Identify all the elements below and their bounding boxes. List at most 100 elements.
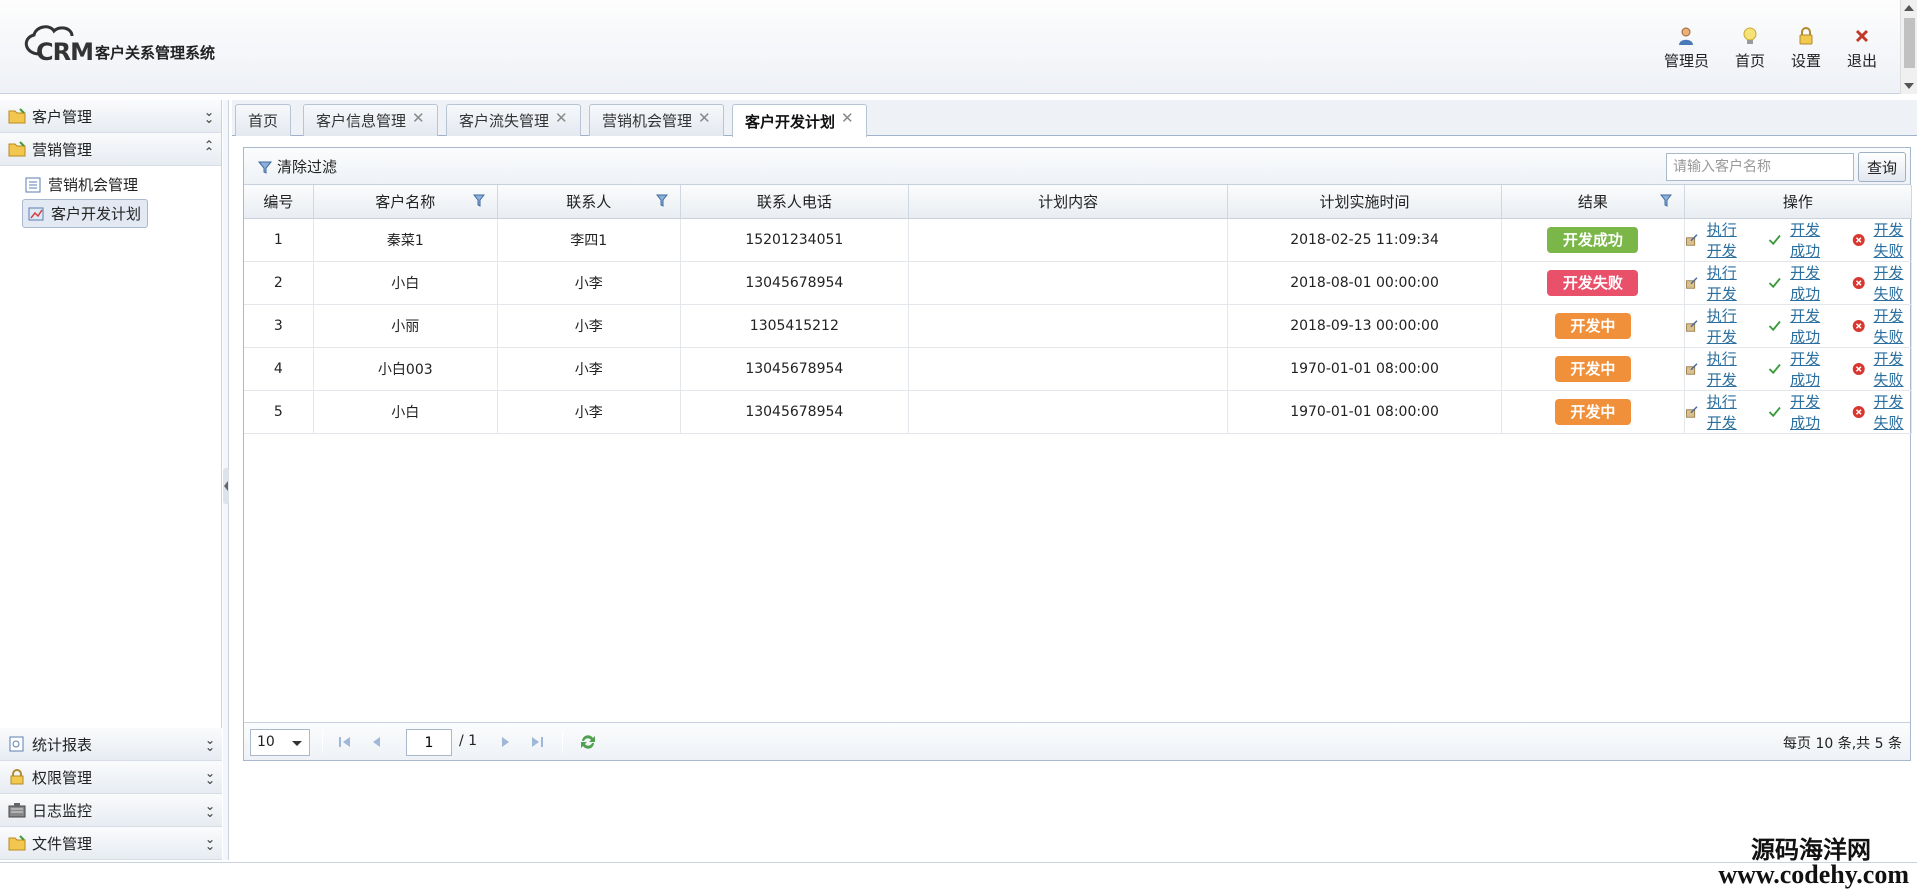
- sidebar-item-opportunity[interactable]: 营销机会管理: [14, 170, 221, 199]
- check-icon: [1769, 363, 1781, 374]
- execute-dev-icon: [1685, 276, 1698, 289]
- dev-fail-link[interactable]: 开发失败: [1852, 391, 1911, 433]
- fail-x-icon: [1852, 405, 1865, 418]
- system-title: 客户关系管理系统: [94, 44, 215, 62]
- cell-customer-name: 小丽: [313, 304, 498, 348]
- nav-home[interactable]: 首页: [1735, 26, 1765, 71]
- customer-name-search-input[interactable]: [1666, 153, 1854, 181]
- tab-customer-info[interactable]: 客户信息管理 ✕: [303, 104, 438, 136]
- scroll-down-icon[interactable]: [1904, 83, 1914, 89]
- tab-close-icon[interactable]: ✕: [841, 109, 854, 127]
- execute-dev-link[interactable]: 执行开发: [1685, 348, 1744, 390]
- cell-content: [908, 261, 1229, 305]
- col-header-customer-name[interactable]: 客户名称: [313, 185, 498, 219]
- page-scrollbar[interactable]: [1900, 0, 1917, 94]
- scroll-thumb[interactable]: [1904, 18, 1915, 68]
- table-row[interactable]: 3 小丽 小李 1305415212 2018-09-13 00:00:00 开发中 执行开…: [244, 304, 1913, 348]
- cell-content: [908, 347, 1229, 391]
- cell-customer-name: 秦菜1: [313, 218, 498, 262]
- status-badge: 开发中: [1554, 398, 1631, 425]
- cell-time: 2018-02-25 11:09:34: [1227, 218, 1502, 262]
- dev-success-link[interactable]: 开发成功: [1768, 348, 1827, 390]
- page-number-input[interactable]: [406, 729, 452, 756]
- grid-toolbar: 清除过滤 查询: [244, 148, 1910, 185]
- fail-x-icon: [1852, 276, 1865, 289]
- sidebar-splitter[interactable]: [223, 100, 229, 860]
- sidebar-group-report[interactable]: 统计报表 ⌄ ⌄: [0, 728, 222, 761]
- col-header-contact[interactable]: 联系人: [497, 185, 681, 219]
- table-row[interactable]: 1 秦菜1 李四1 15201234051 2018-02-25 11:09:34 开发成…: [244, 218, 1913, 262]
- sidebar-group-permission[interactable]: 权限管理 ⌄ ⌄: [0, 761, 222, 794]
- status-badge: 开发失败: [1547, 269, 1639, 296]
- tab-opportunity[interactable]: 营销机会管理 ✕: [589, 104, 724, 136]
- dev-success-link[interactable]: 开发成功: [1768, 262, 1827, 304]
- nav-settings[interactable]: 设置: [1791, 26, 1821, 71]
- table-header-row: 编号 客户名称 联系人 联系人电话 计划内容 计划实施时间 结果 操作: [244, 185, 1913, 219]
- sidebar-group-file[interactable]: 文件管理 ⌄ ⌄: [0, 827, 222, 860]
- refresh-icon[interactable]: [578, 732, 598, 752]
- search-button[interactable]: 查询: [1858, 152, 1906, 182]
- cell-phone: 1305415212: [680, 304, 909, 348]
- close-x-icon: [1855, 29, 1869, 43]
- execute-dev-link[interactable]: 执行开发: [1685, 262, 1744, 304]
- lock-icon: [10, 769, 24, 785]
- col-header-time[interactable]: 计划实施时间: [1227, 185, 1502, 219]
- dev-success-link[interactable]: 开发成功: [1768, 305, 1827, 347]
- table-row[interactable]: 5 小白 小李 13045678954 1970-01-01 08:00:00 开发中 执行…: [244, 390, 1913, 434]
- sidebar-group-log[interactable]: 日志监控 ⌄ ⌄: [0, 794, 222, 827]
- execute-dev-icon: [1685, 405, 1698, 418]
- sidebar-tree: 营销机会管理 客户开发计划: [0, 166, 221, 714]
- dev-fail-link[interactable]: 开发失败: [1852, 219, 1911, 261]
- clear-filter-button[interactable]: 清除过滤: [258, 156, 337, 177]
- cell-id: 1: [244, 218, 314, 262]
- dev-success-link[interactable]: 开发成功: [1768, 219, 1827, 261]
- status-badge: 开发中: [1554, 312, 1631, 339]
- col-header-phone[interactable]: 联系人电话: [680, 185, 909, 219]
- table-row[interactable]: 4 小白003 小李 13045678954 1970-01-01 08:00:00 开发…: [244, 347, 1913, 391]
- cell-result: 开发失败: [1501, 261, 1685, 305]
- collapse-sidebar-icon[interactable]: [223, 468, 229, 504]
- sidebar-item-dev-plan[interactable]: 客户开发计划: [22, 199, 148, 228]
- execute-dev-link[interactable]: 执行开发: [1685, 219, 1744, 261]
- prev-page-icon[interactable]: [368, 733, 386, 751]
- col-header-id[interactable]: 编号: [244, 185, 314, 219]
- page-size-select[interactable]: 10: [250, 729, 310, 756]
- col-header-result[interactable]: 结果: [1501, 185, 1685, 219]
- sidebar-group-customer[interactable]: 客户管理 ⌄ ⌄: [0, 100, 221, 133]
- scroll-up-icon[interactable]: [1904, 5, 1914, 11]
- dev-fail-link[interactable]: 开发失败: [1852, 305, 1911, 347]
- execute-dev-link[interactable]: 执行开发: [1685, 391, 1744, 433]
- tab-dev-plan[interactable]: 客户开发计划 ✕: [732, 104, 867, 137]
- column-filter-icon[interactable]: [655, 194, 668, 208]
- pagination-bar: 10 / 1 每页 10 条,共 5 条: [244, 722, 1910, 760]
- cell-phone: 13045678954: [680, 347, 909, 391]
- sidebar-group-marketing[interactable]: 营销管理 ⌃ ⌃: [0, 133, 221, 166]
- tab-customer-loss[interactable]: 客户流失管理 ✕: [446, 104, 581, 136]
- dev-fail-link[interactable]: 开发失败: [1852, 348, 1911, 390]
- execute-dev-icon: [1685, 362, 1698, 375]
- tab-close-icon[interactable]: ✕: [698, 109, 711, 127]
- dev-fail-link[interactable]: 开发失败: [1852, 262, 1911, 304]
- tab-close-icon[interactable]: ✕: [555, 109, 568, 127]
- col-header-ops[interactable]: 操作: [1684, 185, 1913, 219]
- table-row[interactable]: 2 小白 小李 13045678954 2018-08-01 00:00:00 开发失败执…: [244, 261, 1913, 305]
- chevron-double-down-icon: ⌄ ⌄: [204, 799, 215, 820]
- execute-dev-icon: [1685, 319, 1698, 332]
- tab-close-icon[interactable]: ✕: [412, 109, 425, 127]
- cell-contact: 小李: [497, 390, 681, 434]
- cell-phone: 13045678954: [680, 261, 909, 305]
- first-page-icon[interactable]: [336, 733, 354, 751]
- cell-result: 开发中: [1501, 347, 1685, 391]
- next-page-icon[interactable]: [496, 733, 514, 751]
- execute-dev-link[interactable]: 执行开发: [1685, 305, 1744, 347]
- tab-home[interactable]: 首页: [235, 104, 292, 136]
- folder-icon: [8, 108, 26, 124]
- cell-contact: 小李: [497, 347, 681, 391]
- column-filter-icon[interactable]: [472, 194, 485, 208]
- column-filter-icon[interactable]: [1659, 194, 1672, 208]
- last-page-icon[interactable]: [528, 733, 546, 751]
- nav-logout[interactable]: 退出: [1847, 26, 1877, 71]
- dev-success-link[interactable]: 开发成功: [1768, 391, 1827, 433]
- col-header-content[interactable]: 计划内容: [908, 185, 1229, 219]
- nav-admin[interactable]: 管理员: [1664, 26, 1709, 71]
